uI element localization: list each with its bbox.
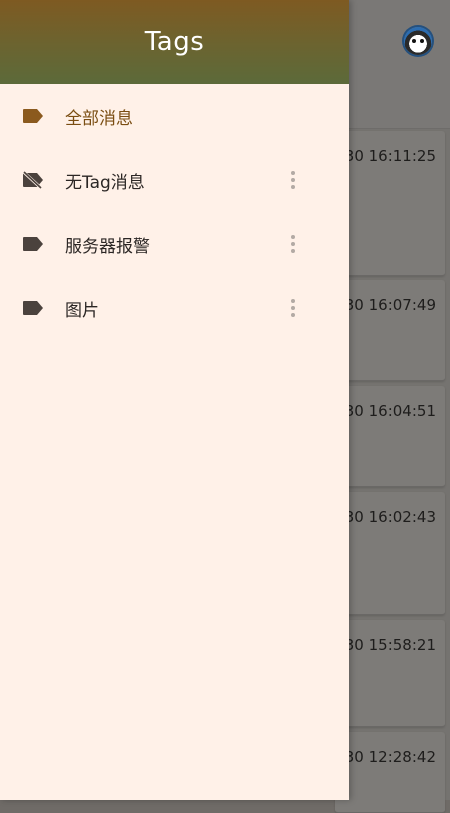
tag-item-label: 无Tag消息	[65, 172, 145, 193]
message-card[interactable]: 30 16:07:49	[335, 280, 445, 381]
message-timestamp: 30 16:04:51	[344, 402, 436, 420]
message-card[interactable]: 30 16:04:51	[335, 386, 445, 487]
message-card[interactable]: -30 16:11:25	[335, 131, 445, 276]
tag-item-server-alarm[interactable]: 服务器报警	[0, 214, 349, 274]
tags-drawer: Tags 全部消息 无Tag消息 服务器报警 图片	[0, 0, 349, 800]
message-card[interactable]: 30 12:28:42	[335, 732, 445, 813]
message-card[interactable]: 30 16:02:43	[335, 492, 445, 615]
drawer-header: Tags	[0, 0, 349, 84]
tag-item-label: 图片	[65, 300, 99, 321]
tag-item-images[interactable]: 图片	[0, 278, 349, 338]
message-timestamp: 30 16:07:49	[344, 296, 436, 314]
avatar[interactable]	[404, 27, 432, 55]
message-timestamp: 30 16:02:43	[344, 508, 436, 526]
tag-item-label: 全部消息	[65, 108, 133, 129]
tag-icon	[23, 237, 43, 251]
tag-item-all-messages[interactable]: 全部消息	[0, 86, 349, 146]
tag-off-icon	[22, 171, 43, 189]
drawer-title: Tags	[144, 27, 205, 57]
message-card[interactable]: 30 15:58:21	[335, 620, 445, 727]
tag-icon	[23, 109, 43, 123]
tag-icon	[23, 301, 43, 315]
more-options-icon[interactable]	[284, 229, 302, 259]
more-options-icon[interactable]	[284, 293, 302, 323]
message-timestamp: 30 15:58:21	[344, 636, 436, 654]
tag-item-no-tag-messages[interactable]: 无Tag消息	[0, 150, 349, 210]
more-options-icon[interactable]	[284, 165, 302, 195]
message-timestamp: -30 16:11:25	[339, 147, 436, 165]
tag-item-label: 服务器报警	[65, 236, 150, 257]
message-timestamp: 30 12:28:42	[344, 748, 436, 766]
